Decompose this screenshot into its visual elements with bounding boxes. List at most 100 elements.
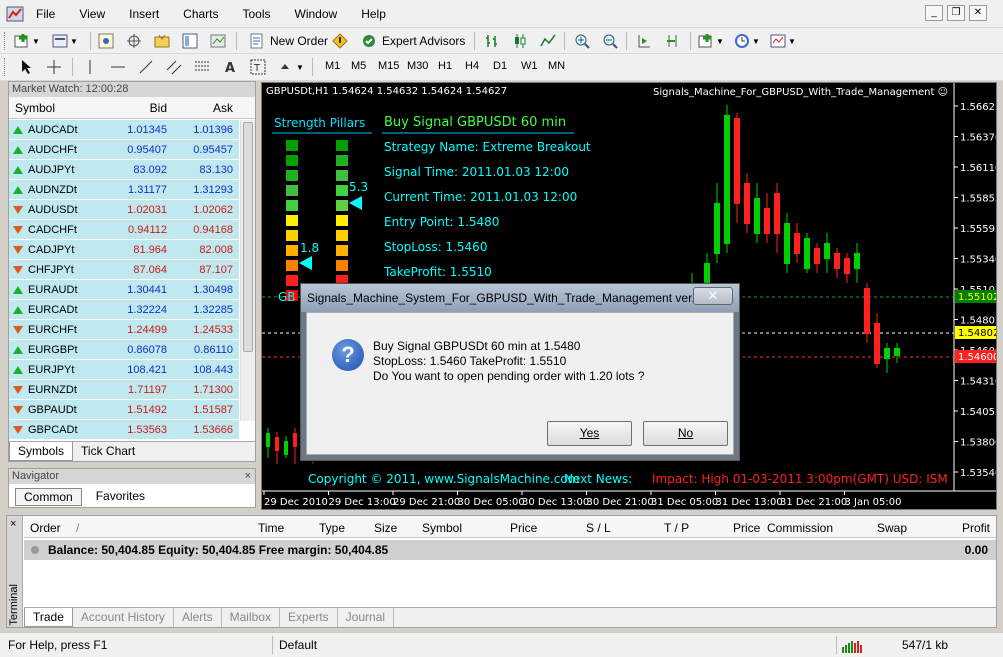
market-watch-row[interactable]: GBPCADt 1.53563 1.53666	[9, 420, 239, 440]
zoom-in-button[interactable]	[574, 32, 590, 50]
templates-button[interactable]: ▼	[770, 32, 796, 50]
equidistant-channel-tool[interactable]	[166, 58, 182, 76]
market-watch-toggle[interactable]	[98, 32, 114, 50]
timeframe-m5[interactable]: M5	[351, 60, 366, 72]
tab-tick-chart[interactable]: Tick Chart	[73, 442, 143, 461]
menu-help[interactable]: Help	[361, 7, 386, 21]
tab-experts[interactable]: Experts	[280, 608, 338, 627]
market-watch-row[interactable]: AUDUSDt 1.02031 1.02062	[9, 200, 239, 220]
periods-button[interactable]: ▼	[734, 32, 760, 50]
tab-trade[interactable]: Trade	[24, 608, 73, 627]
col-price[interactable]: Price	[510, 521, 537, 535]
text-tool[interactable]: A	[222, 58, 238, 76]
strategy-tester-toggle[interactable]	[210, 32, 226, 50]
col-time[interactable]: Time	[258, 521, 284, 535]
menu-insert[interactable]: Insert	[129, 7, 159, 21]
bar-chart-button[interactable]	[484, 32, 500, 50]
data-window-toggle[interactable]	[126, 32, 142, 50]
auto-scroll-button[interactable]	[636, 32, 652, 50]
timeframe-m1[interactable]: M1	[325, 60, 340, 72]
market-watch-row[interactable]: AUDCADt 1.01345 1.01396	[9, 120, 239, 140]
market-watch-row[interactable]: CHFJPYt 87.064 87.107	[9, 260, 239, 280]
balance-row[interactable]: Balance: 50,404.85 Equity: 50,404.85 Fre…	[24, 540, 996, 560]
tab-favorites[interactable]: Favorites	[88, 488, 153, 506]
timeframe-mn[interactable]: MN	[548, 60, 565, 72]
market-watch-row[interactable]: AUDJPYt 83.092 83.130	[9, 160, 239, 180]
menu-charts[interactable]: Charts	[183, 7, 218, 21]
text-label-tool[interactable]: T	[250, 58, 266, 76]
col-tp[interactable]: T / P	[664, 521, 689, 535]
col-symbol[interactable]: Symbol	[9, 101, 109, 115]
indicators-button[interactable]: ▼	[698, 32, 724, 50]
chart-shift-button[interactable]	[664, 32, 680, 50]
crosshair-tool[interactable]	[46, 58, 62, 76]
col-symbol[interactable]: Symbol	[422, 521, 462, 535]
tab-journal[interactable]: Journal	[338, 608, 395, 627]
timeframe-h1[interactable]: H1	[438, 60, 452, 72]
market-watch-row[interactable]: EURCHFt 1.24499 1.24533	[9, 320, 239, 340]
toolbar-grip[interactable]	[4, 32, 7, 50]
timeframe-m15[interactable]: M15	[378, 60, 399, 72]
col-type[interactable]: Type	[319, 521, 345, 535]
toolbar-grip[interactable]	[4, 58, 7, 76]
timeframe-d1[interactable]: D1	[493, 60, 507, 72]
metaquotes-language-button[interactable]	[332, 32, 348, 50]
timeframe-h4[interactable]: H4	[465, 60, 479, 72]
minimize-button[interactable]: _	[925, 5, 943, 21]
col-order[interactable]: Order	[30, 521, 61, 535]
col-profit[interactable]: Profit	[962, 521, 990, 535]
dialog-close-button[interactable]: ✕	[693, 287, 733, 305]
tab-common[interactable]: Common	[15, 488, 82, 506]
yes-button[interactable]: Yes	[547, 421, 632, 446]
market-watch-row[interactable]: EURCADt 1.32224 1.32285	[9, 300, 239, 320]
fibonacci-tool[interactable]	[194, 58, 210, 76]
tab-symbols[interactable]: Symbols	[9, 442, 74, 461]
menu-view[interactable]: View	[79, 7, 105, 21]
terminal-toggle[interactable]	[182, 32, 198, 50]
col-size[interactable]: Size	[374, 521, 397, 535]
close-icon[interactable]: ×	[10, 518, 16, 530]
close-icon[interactable]: ×	[245, 469, 251, 484]
market-watch-row[interactable]: AUDNZDt 1.31177 1.31293	[9, 180, 239, 200]
col-ask[interactable]: Ask	[171, 101, 239, 115]
market-watch-row[interactable]: EURNZDt 1.71197 1.71300	[9, 380, 239, 400]
profiles-button[interactable]: ▼	[52, 32, 78, 50]
new-order-button[interactable]: New Order	[244, 32, 333, 50]
market-watch-row[interactable]: EURAUDt 1.30441 1.30498	[9, 280, 239, 300]
market-watch-row[interactable]: GBPAUDt 1.51492 1.51587	[9, 400, 239, 420]
market-watch-scrollbar[interactable]	[240, 120, 255, 421]
expert-advisors-button[interactable]: Expert Advisors	[356, 32, 470, 50]
market-watch-row[interactable]: EURJPYt 108.421 108.443	[9, 360, 239, 380]
tab-mailbox[interactable]: Mailbox	[222, 608, 280, 627]
market-watch-row[interactable]: EURGBPt 0.86078 0.86110	[9, 340, 239, 360]
trendline-tool[interactable]	[138, 58, 154, 76]
navigator-toggle[interactable]	[154, 32, 170, 50]
menu-tools[interactable]: Tools	[243, 7, 271, 21]
col-swap[interactable]: Swap	[877, 521, 907, 535]
menu-window[interactable]: Window	[295, 7, 338, 21]
menu-file[interactable]: File	[36, 7, 55, 21]
no-button[interactable]: No	[643, 421, 728, 446]
new-chart-button[interactable]: ▼	[14, 32, 40, 50]
candlestick-button[interactable]	[512, 32, 528, 50]
tab-account-history[interactable]: Account History	[73, 608, 174, 627]
vertical-line-tool[interactable]	[82, 58, 98, 76]
col-commission[interactable]: Commission	[767, 521, 833, 535]
timeframe-m30[interactable]: M30	[407, 60, 428, 72]
col-bid[interactable]: Bid	[109, 101, 171, 115]
timeframe-w1[interactable]: W1	[521, 60, 538, 72]
market-watch-row[interactable]: CADJPYt 81.964 82.008	[9, 240, 239, 260]
col-sl[interactable]: S / L	[586, 521, 611, 535]
close-button[interactable]: ✕	[969, 5, 987, 21]
col-close-price[interactable]: Price	[733, 521, 760, 535]
line-chart-button[interactable]	[540, 32, 556, 50]
market-watch-row[interactable]: CADCHFt 0.94112 0.94168	[9, 220, 239, 240]
market-watch-row[interactable]: AUDCHFt 0.95407 0.95457	[9, 140, 239, 160]
arrows-tool[interactable]: ▼	[278, 58, 304, 76]
tab-alerts[interactable]: Alerts	[174, 608, 222, 627]
cursor-tool[interactable]	[18, 58, 34, 76]
zoom-out-button[interactable]	[602, 32, 618, 50]
restore-button[interactable]: ❐	[947, 5, 965, 21]
horizontal-line-tool[interactable]	[110, 58, 126, 76]
scrollbar-thumb[interactable]	[243, 122, 253, 352]
